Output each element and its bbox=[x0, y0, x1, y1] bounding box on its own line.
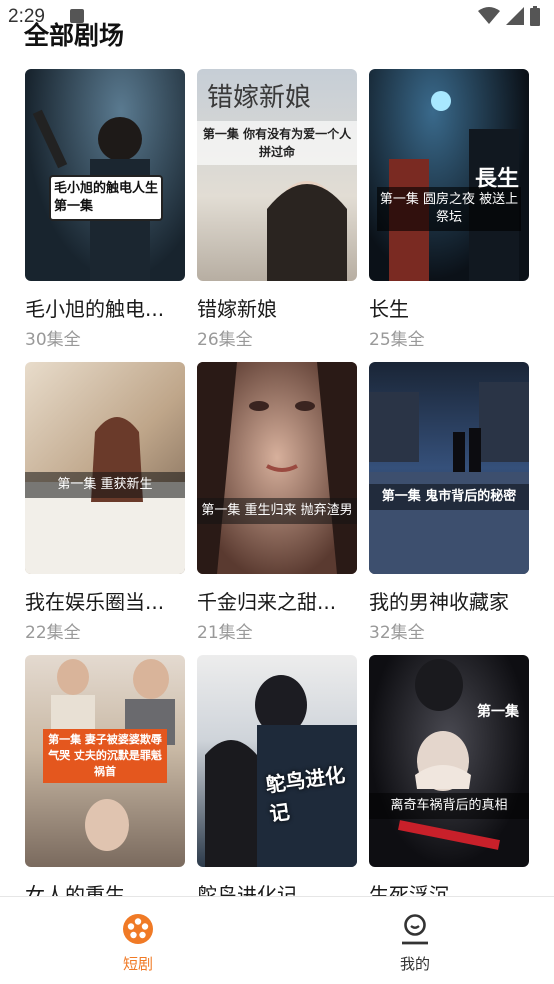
episode-count: 26集全 bbox=[197, 330, 253, 350]
poster-overlay-text: 第一集 重生归来 抛弃渣男 bbox=[197, 498, 357, 524]
poster-art bbox=[398, 659, 500, 850]
status-icons bbox=[478, 6, 540, 26]
page-title: 全部剧场 bbox=[24, 21, 125, 50]
drama-card[interactable]: 鸵鸟进化记 鸵鸟进化记 bbox=[197, 655, 357, 896]
drama-title[interactable]: 长生 bbox=[369, 293, 529, 322]
bottom-navigation: 短剧 我的 bbox=[0, 896, 554, 984]
nav-label: 我的 bbox=[399, 955, 430, 973]
drama-card[interactable]: 長生 第一集 圆房之夜 被送上祭坛 长生 25集全 bbox=[369, 69, 529, 350]
episode-count: 21集全 bbox=[197, 623, 253, 643]
drama-title[interactable]: 千金归来之甜... bbox=[197, 586, 357, 615]
episode-count: 32集全 bbox=[369, 623, 425, 643]
drama-card[interactable]: 第一集 重生归来 抛弃渣男 千金归来之甜... 21集全 bbox=[197, 362, 357, 643]
poster-art bbox=[25, 417, 185, 574]
poster-overlay-text: 离奇车祸背后的真相 bbox=[369, 793, 529, 819]
poster-title-art: 鸵鸟进化记 bbox=[263, 762, 347, 826]
drama-poster[interactable]: 長生 第一集 圆房之夜 被送上祭坛 bbox=[369, 69, 529, 281]
drama-card[interactable]: 毛小旭的触电人生第一集 毛小旭的触电... 30集全 bbox=[25, 69, 185, 350]
poster-overlay-text: 第一集 鬼市背后的秘密 bbox=[369, 484, 529, 510]
drama-card[interactable]: 第一集 重获新生 我在娱乐圈当... 22集全 bbox=[25, 362, 185, 643]
drama-poster[interactable]: 第一集 重获新生 bbox=[25, 362, 185, 574]
poster-overlay-text: 毛小旭的触电人生第一集 bbox=[49, 175, 163, 221]
episode-count: 25集全 bbox=[369, 330, 425, 350]
drama-card[interactable]: 第一集 离奇车祸背后的真相 生死浮沉 bbox=[369, 655, 529, 896]
poster-overlay-text: 第一集 妻子被婆婆欺辱气哭 丈夫的沉默是罪魁祸首 bbox=[43, 729, 167, 783]
drama-card[interactable]: 第一集 妻子被婆婆欺辱气哭 丈夫的沉默是罪魁祸首 女人的重生 bbox=[25, 655, 185, 896]
drama-title[interactable]: 女人的重生 bbox=[25, 879, 185, 896]
wifi-icon bbox=[478, 7, 500, 24]
drama-title[interactable]: 错嫁新娘 bbox=[197, 293, 357, 322]
drama-poster[interactable]: 第一集 离奇车祸背后的真相 bbox=[369, 655, 529, 867]
poster-art bbox=[197, 362, 357, 574]
drama-poster[interactable]: 第一集 妻子被婆婆欺辱气哭 丈夫的沉默是罪魁祸首 bbox=[25, 655, 185, 867]
nav-tab-shorts[interactable]: 短剧 bbox=[78, 913, 198, 974]
episode-count: 22集全 bbox=[25, 623, 81, 643]
poster-overlay-text: 第一集 圆房之夜 被送上祭坛 bbox=[377, 187, 521, 231]
drama-poster[interactable]: 鸵鸟进化记 bbox=[197, 655, 357, 867]
poster-overlay-text: 第一集 你有没有为爱一个人拼过命 bbox=[197, 121, 357, 165]
nav-tab-mine[interactable]: 我的 bbox=[355, 913, 475, 974]
poster-art bbox=[267, 181, 347, 281]
drama-poster[interactable]: 第一集 重生归来 抛弃渣男 bbox=[197, 362, 357, 574]
battery-icon bbox=[530, 6, 540, 26]
drama-poster[interactable]: 第一集 鬼市背后的秘密 bbox=[369, 362, 529, 574]
drama-card[interactable]: 第一集 鬼市背后的秘密 我的男神收藏家 32集全 bbox=[369, 362, 529, 643]
drama-poster[interactable]: 毛小旭的触电人生第一集 bbox=[25, 69, 185, 281]
poster-title-art: 第一集 bbox=[477, 704, 519, 720]
poster-art bbox=[369, 382, 529, 574]
drama-title[interactable]: 我的男神收藏家 bbox=[369, 586, 529, 615]
user-icon bbox=[402, 914, 428, 945]
drama-title[interactable]: 毛小旭的触电... bbox=[25, 293, 185, 322]
drama-title[interactable]: 我在娱乐圈当... bbox=[25, 586, 185, 615]
drama-title[interactable]: 生死浮沉 bbox=[369, 879, 529, 896]
episode-count: 30集全 bbox=[25, 330, 81, 350]
drama-poster[interactable]: 错嫁新娘 第一集 你有没有为爱一个人拼过命 bbox=[197, 69, 357, 281]
nav-label: 短剧 bbox=[122, 955, 153, 973]
signal-icon bbox=[506, 7, 524, 25]
drama-card[interactable]: 错嫁新娘 第一集 你有没有为爱一个人拼过命 错嫁新娘 26集全 bbox=[197, 69, 357, 350]
drama-title[interactable]: 鸵鸟进化记 bbox=[197, 879, 357, 896]
poster-overlay-text: 第一集 重获新生 bbox=[25, 472, 185, 498]
film-reel-icon bbox=[123, 914, 153, 944]
drama-grid[interactable]: 毛小旭的触电人生第一集 毛小旭的触电... 30集全 错嫁新娘 第一集 你有没有… bbox=[0, 68, 554, 896]
